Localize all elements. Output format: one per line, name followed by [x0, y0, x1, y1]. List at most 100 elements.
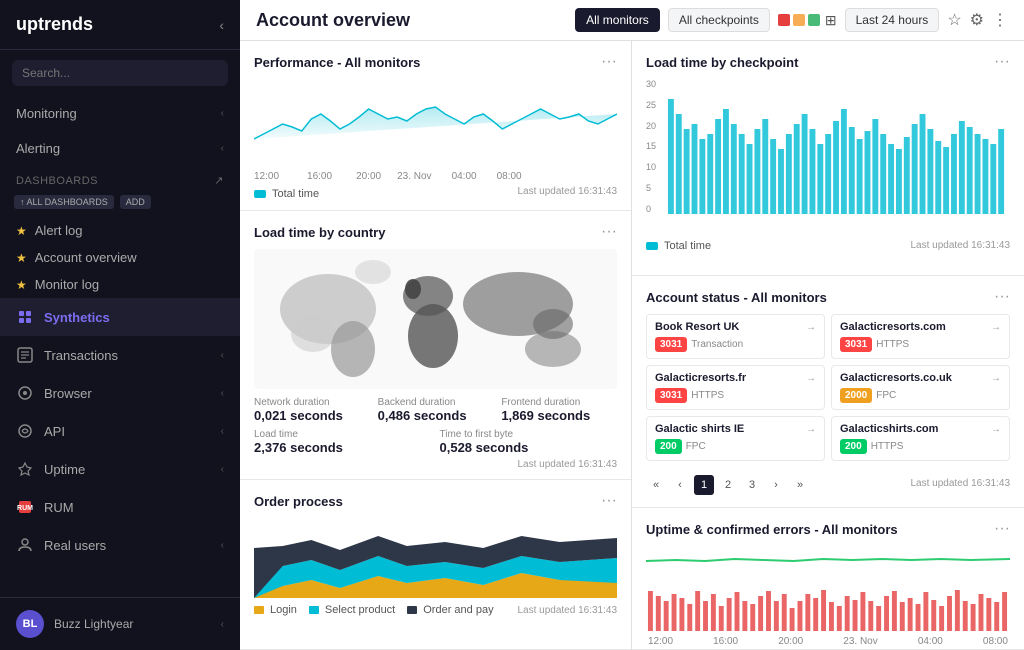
page-next[interactable]: ›: [766, 475, 786, 495]
page-1[interactable]: 1: [694, 475, 714, 495]
status-card-title: Account status - All monitors: [646, 290, 827, 305]
status-code: 2000: [840, 388, 872, 403]
all-dashboards-button[interactable]: ↑ ALL DASHBOARDS: [14, 195, 114, 209]
chevron-icon: ‹: [221, 619, 224, 630]
chevron-icon: ‹: [221, 540, 224, 551]
time-range-selector[interactable]: Last 24 hours: [845, 8, 940, 32]
sidebar-item-synthetics[interactable]: Synthetics: [0, 298, 240, 336]
checkpoint-legend: Total time: [646, 240, 711, 252]
starred-account-overview[interactable]: ★ Account overview: [0, 244, 240, 271]
order-legend-dot: [407, 606, 417, 614]
uptime-x-axis: 12:00 16:00 20:00 23. Nov 04:00 08:00: [646, 636, 1010, 647]
settings-button[interactable]: ⚙: [970, 10, 984, 30]
right-column: Load time by checkpoint ··· 30 25 20 15 …: [632, 41, 1024, 650]
menu-button[interactable]: ⋮: [992, 10, 1008, 30]
performance-menu-button[interactable]: ···: [601, 53, 617, 71]
sidebar-item-uptime[interactable]: Uptime ‹: [0, 450, 240, 488]
api-icon: [16, 422, 34, 440]
status-orange: [793, 14, 805, 26]
load-country-last-updated: Last updated 16:31:43: [254, 459, 617, 470]
sidebar-item-rum[interactable]: RUM RUM: [0, 488, 240, 526]
checkpoint-menu[interactable]: ···: [994, 53, 1010, 71]
sidebar-item-browser[interactable]: Browser ‹: [0, 374, 240, 412]
uptime-title: Uptime & confirmed errors - All monitors: [646, 522, 898, 537]
uptime-menu-button[interactable]: ···: [994, 520, 1010, 538]
realusers-icon: [16, 536, 34, 554]
star-icon: ★: [16, 224, 27, 238]
order-process-title: Order process: [254, 494, 343, 509]
world-map: [254, 249, 617, 389]
sidebar-item-alerting[interactable]: Alerting ‹: [0, 131, 240, 166]
search-box[interactable]: [12, 60, 228, 86]
status-code: 200: [840, 439, 867, 454]
status-galacticresorts-fr: Galacticresorts.fr → 3031 HTTPS: [646, 365, 825, 410]
checkpoint-legend-dot: [646, 242, 658, 250]
page-2[interactable]: 2: [718, 475, 738, 495]
star-icon: ★: [16, 251, 27, 265]
network-duration-stat: Network duration 0,021 seconds: [254, 397, 370, 423]
transactions-icon: [16, 346, 34, 364]
page-first[interactable]: «: [646, 475, 666, 495]
order-last-updated: Last updated 16:31:43: [517, 605, 617, 616]
uptime-card: Uptime & confirmed errors - All monitors…: [632, 508, 1024, 650]
starred-monitor-log[interactable]: ★ Monitor log: [0, 271, 240, 298]
chevron-icon: ‹: [221, 143, 224, 154]
load-country-menu[interactable]: ···: [601, 223, 617, 241]
status-grid: Book Resort UK → 3031 Transaction Galact…: [646, 314, 1010, 461]
pagination: « ‹ 1 2 3 › »: [646, 475, 810, 495]
status-book-resort: Book Resort UK → 3031 Transaction: [646, 314, 825, 359]
page-3[interactable]: 3: [742, 475, 762, 495]
x-axis-labels: 12:00 16:00 20:00 23. Nov 04:00 08:00: [254, 171, 522, 182]
stats-grid: Network duration 0,021 seconds Backend d…: [254, 397, 617, 423]
username-label: Buzz Lightyear: [54, 617, 211, 631]
status-galactic-shirts-ie: Galactic shirts IE → 200 FPC: [646, 416, 825, 461]
page-prev[interactable]: ‹: [670, 475, 690, 495]
status-code: 3031: [840, 337, 872, 352]
uptime-icon: [16, 460, 34, 478]
sidebar-item-api[interactable]: API ‹: [0, 412, 240, 450]
login-legend-dot: [254, 606, 264, 614]
load-time-stat: Load time 2,376 seconds: [254, 429, 432, 455]
backend-duration-stat: Backend duration 0,486 seconds: [378, 397, 494, 423]
dashboard-actions: ↑ ALL DASHBOARDS ADD: [0, 191, 240, 217]
main-content: Account overview All monitors All checkp…: [240, 0, 1024, 650]
search-input[interactable]: [22, 66, 218, 80]
avatar: BL: [16, 610, 44, 638]
rum-icon: RUM: [16, 498, 34, 516]
page-last[interactable]: »: [790, 475, 810, 495]
status-galacticresorts-com: Galacticresorts.com → 3031 HTTPS: [831, 314, 1010, 359]
status-menu-button[interactable]: ···: [994, 288, 1010, 306]
add-dashboard-button[interactable]: ADD: [120, 195, 151, 209]
performance-chart: [254, 79, 617, 169]
alerting-label: Alerting: [16, 141, 60, 156]
checkpoint-title: Load time by checkpoint: [646, 55, 798, 70]
status-code: 3031: [655, 388, 687, 403]
sidebar-item-realusers[interactable]: Real users ‹: [0, 526, 240, 564]
status-galacticshirts-com: Galacticshirts.com → 200 HTTPS: [831, 416, 1010, 461]
synthetics-icon: [16, 308, 34, 326]
starred-alert-log[interactable]: ★ Alert log: [0, 217, 240, 244]
sidebar-item-transactions[interactable]: Transactions ‹: [0, 336, 240, 374]
sidebar-collapse-button[interactable]: ‹: [219, 17, 224, 33]
all-checkpoints-filter[interactable]: All checkpoints: [668, 8, 770, 32]
checkpoint-chart: 30 25 20 15 10 5 0: [646, 79, 1010, 234]
y-axis: 30 25 20 15 10 5 0: [646, 79, 656, 214]
checkpoint-last-updated: Last updated 16:31:43: [910, 240, 1010, 251]
sidebar-item-monitoring[interactable]: Monitoring ‹: [0, 96, 240, 131]
account-status-card: Account status - All monitors ··· Book R…: [632, 276, 1024, 508]
status-red: [778, 14, 790, 26]
page-title: Account overview: [256, 10, 410, 31]
order-legend: Login Select product Order and pay: [254, 598, 494, 616]
chevron-icon: ‹: [221, 350, 224, 361]
dashboard-grid: Performance - All monitors ···: [240, 41, 1024, 650]
sidebar: uptrends ‹ Monitoring ‹ Alerting ‹ Dashb…: [0, 0, 240, 650]
all-monitors-filter[interactable]: All monitors: [575, 8, 660, 32]
order-menu-button[interactable]: ···: [601, 492, 617, 510]
user-profile[interactable]: BL Buzz Lightyear ‹: [0, 598, 240, 650]
stats-grid-2: Load time 2,376 seconds Time to first by…: [254, 429, 617, 455]
sidebar-footer: BL Buzz Lightyear ‹: [0, 597, 240, 650]
star-button[interactable]: ☆: [947, 10, 961, 30]
status-code: 200: [655, 439, 682, 454]
performance-last-updated: Last updated 16:31:43: [517, 186, 617, 200]
status-last-updated: Last updated 16:31:43: [910, 478, 1010, 489]
